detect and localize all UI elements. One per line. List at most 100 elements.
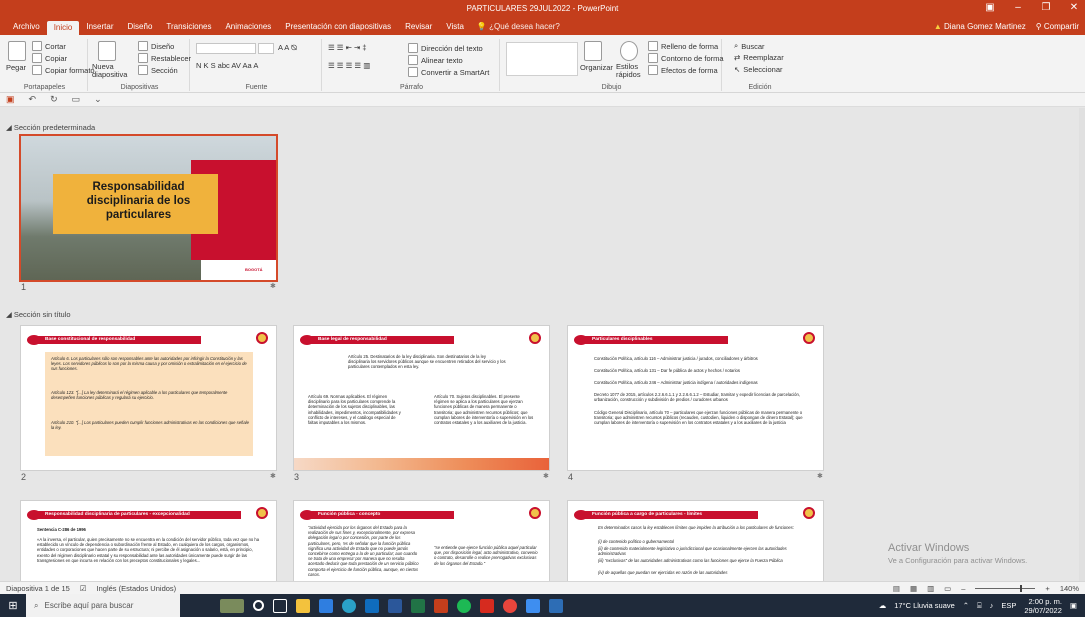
copy-button[interactable]: Copiar	[32, 53, 67, 63]
layout-button[interactable]: Diseño	[138, 41, 174, 51]
shapes-gallery[interactable]	[506, 42, 578, 76]
outlook-icon[interactable]	[365, 598, 379, 613]
volume-icon[interactable]: ♪	[990, 601, 994, 610]
new-slide-icon[interactable]	[98, 41, 116, 61]
arrange-button[interactable]: Organizar	[580, 63, 613, 72]
file-explorer-icon[interactable]	[296, 598, 310, 613]
quick-styles-icon[interactable]	[620, 41, 638, 61]
slide-thumbnail-6[interactable]: Función pública - concepto "actividad ej…	[294, 501, 549, 581]
undo-icon[interactable]: ↶	[29, 94, 37, 105]
close-button[interactable]: ✕	[1067, 2, 1081, 13]
font-size-buttons[interactable]: A A ⦰	[278, 43, 297, 53]
tell-me-input[interactable]: 💡 ¿Qué desea hacer?	[471, 22, 566, 35]
tab-animaciones[interactable]: Animaciones	[218, 22, 278, 35]
menu-bar: Archivo Inicio Insertar Diseño Transicio…	[0, 19, 1085, 35]
excel-icon[interactable]	[411, 598, 425, 613]
sorter-view-icon[interactable]: ▦	[910, 584, 917, 593]
weather-text[interactable]: 17°C Lluvia suave	[894, 601, 955, 610]
font-format-buttons[interactable]: N K S abc AV Aa A	[196, 61, 258, 70]
acrobat-icon[interactable]	[480, 598, 494, 613]
zoom-in-button[interactable]: +	[1045, 584, 1049, 593]
align-buttons[interactable]: ☰ ☰ ☰ ☰ ▥	[328, 61, 370, 70]
word-icon[interactable]	[388, 598, 402, 613]
user-name[interactable]: ▲ Diana Gomez Martinez	[934, 22, 1026, 31]
tab-diseno[interactable]: Diseño	[121, 22, 160, 35]
group-label: Fuente	[245, 84, 268, 91]
reading-view-icon[interactable]: ▥	[927, 584, 934, 593]
slide-thumbnail-2[interactable]: Base constitucional de responsabilidad A…	[21, 326, 276, 470]
weather-widget-icon[interactable]	[220, 598, 244, 613]
customize-qat-icon[interactable]: ⌄	[94, 94, 102, 105]
input-language[interactable]: ESP	[1001, 601, 1016, 610]
paste-button[interactable]: Pegar	[6, 63, 26, 72]
zoom-level[interactable]: 140%	[1060, 584, 1079, 593]
outline-icon	[648, 53, 658, 63]
cortana-icon[interactable]	[253, 600, 264, 611]
slide-thumbnail-4[interactable]: Particulares disciplinables Constitución…	[568, 326, 823, 470]
tab-insertar[interactable]: Insertar	[79, 22, 120, 35]
zoom-out-button[interactable]: –	[961, 584, 965, 593]
ribbon-display-icon[interactable]: ▣	[983, 2, 997, 13]
slideshow-view-icon[interactable]: ▭	[944, 584, 951, 593]
quick-styles-button[interactable]: Estilos rápidos	[616, 63, 646, 79]
tab-inicio[interactable]: Inicio	[46, 21, 80, 35]
section-button[interactable]: Sección	[138, 65, 178, 75]
clock[interactable]: 2:00 p. m. 29/07/2022	[1024, 597, 1062, 615]
slide-logo-icon	[529, 507, 541, 519]
paste-icon[interactable]	[8, 41, 26, 61]
zoom-slider[interactable]	[975, 584, 1036, 592]
proofing-icon[interactable]: ☑	[80, 584, 87, 593]
shape-fill-button[interactable]: Relleno de forma	[648, 41, 718, 51]
start-slideshow-icon[interactable]: ▭	[72, 94, 81, 105]
minimize-button[interactable]: –	[1011, 2, 1025, 13]
maximize-button[interactable]: ❐	[1039, 2, 1053, 13]
new-slide-button[interactable]: Nueva diapositiva	[92, 63, 136, 79]
tab-vista[interactable]: Vista	[439, 22, 471, 35]
save-icon[interactable]: ▣	[6, 94, 15, 105]
spotify-icon[interactable]	[457, 598, 471, 613]
photos-icon[interactable]	[549, 598, 563, 613]
tab-transiciones[interactable]: Transiciones	[159, 22, 218, 35]
notifications-icon[interactable]: ▣	[1070, 601, 1077, 610]
format-painter-button[interactable]: Copiar formato	[32, 65, 95, 75]
store-icon[interactable]	[319, 598, 333, 613]
slide-thumbnail-1[interactable]: Responsabilidad disciplinaria de los par…	[21, 136, 276, 280]
edge-icon[interactable]	[342, 598, 356, 613]
group-edicion: ⌕ Buscar ⇄ Reemplazar ↖ Seleccionar Edición	[724, 39, 796, 91]
share-button[interactable]: ⚲ Compartir	[1036, 22, 1079, 31]
vertical-scrollbar[interactable]	[1079, 108, 1085, 581]
language-indicator[interactable]: Inglés (Estados Unidos)	[97, 584, 177, 593]
task-view-icon[interactable]	[273, 598, 287, 613]
select-button[interactable]: ↖ Seleccionar	[734, 65, 783, 74]
smartart-button[interactable]: Convertir a SmartArt	[408, 67, 489, 77]
tab-presentacion[interactable]: Presentación con diapositivas	[278, 22, 398, 35]
section-header-default[interactable]: ◢ Sección predeterminada	[6, 123, 95, 132]
normal-view-icon[interactable]: ▤	[893, 584, 900, 593]
video-icon[interactable]	[526, 598, 540, 613]
reset-button[interactable]: Restablecer	[138, 53, 191, 63]
cut-button[interactable]: Cortar	[32, 41, 66, 51]
windows-start-icon[interactable]: ⊞	[0, 594, 26, 617]
align-text-button[interactable]: Alinear texto	[408, 55, 463, 65]
section-header-untitled[interactable]: ◢ Sección sin título	[6, 310, 71, 319]
shape-effects-button[interactable]: Efectos de forma	[648, 65, 718, 75]
find-button[interactable]: ⌕ Buscar	[734, 41, 765, 51]
tab-archivo[interactable]: Archivo	[6, 22, 47, 35]
font-name-combo[interactable]	[196, 43, 256, 54]
tab-revisar[interactable]: Revisar	[398, 22, 439, 35]
slide-thumbnail-5[interactable]: Responsabilidad disciplinaria de particu…	[21, 501, 276, 581]
redo-icon[interactable]: ↻	[50, 94, 58, 105]
network-icon[interactable]: ⌸	[977, 601, 982, 611]
font-size-combo[interactable]	[258, 43, 274, 54]
slide-thumbnail-3[interactable]: Base legal de responsabilidad Artículo 2…	[294, 326, 549, 470]
shape-outline-button[interactable]: Contorno de forma	[648, 53, 724, 63]
replace-button[interactable]: ⇄ Reemplazar	[734, 53, 784, 62]
slide-thumbnail-7[interactable]: Función pública a cargo de particulares …	[568, 501, 823, 581]
list-buttons[interactable]: ☰ ☰ ⇤ ⇥ ‡	[328, 43, 367, 52]
taskbar-search[interactable]: ⌕ Escribe aquí para buscar	[26, 594, 180, 617]
chrome-icon[interactable]	[503, 598, 517, 613]
arrange-icon[interactable]	[584, 41, 602, 61]
powerpoint-icon[interactable]	[434, 598, 448, 613]
chevron-up-icon[interactable]: ⌃	[963, 601, 969, 610]
text-direction-button[interactable]: Dirección del texto	[408, 43, 483, 53]
